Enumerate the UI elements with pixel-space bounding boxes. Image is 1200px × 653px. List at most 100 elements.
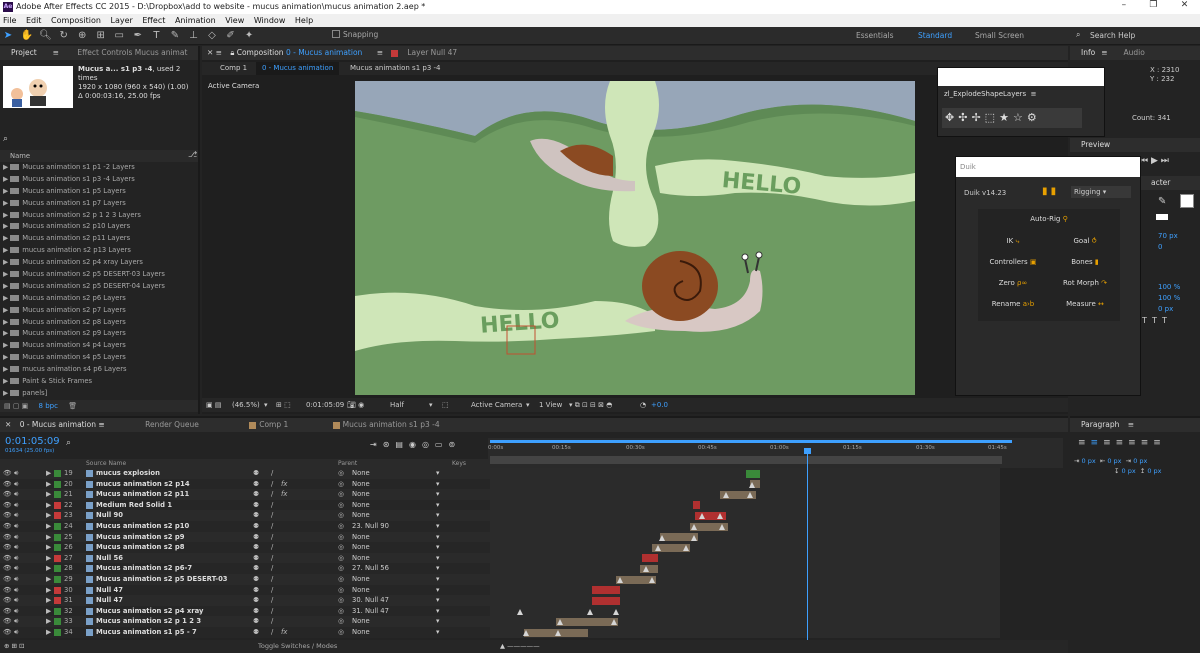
parent-dropdown-chevron-icon[interactable]: ▾ xyxy=(436,479,439,490)
audio-icon[interactable]: 🔊︎ xyxy=(14,510,18,521)
layer-name[interactable]: Mucus animation s2 p 1 2 3 xyxy=(96,616,201,627)
breadcrumb-s1-p3[interactable]: Mucus animation s1 p3 -4 xyxy=(350,62,440,75)
visibility-eye-icon[interactable]: 👁︎ xyxy=(3,479,12,490)
visibility-eye-icon[interactable]: 👁︎ xyxy=(3,563,12,574)
expand-chevron-icon[interactable]: ▶ xyxy=(46,616,51,627)
shy-icon[interactable]: ⚉ xyxy=(253,479,259,490)
parent-pickwhip-icon[interactable]: ◎ xyxy=(338,532,344,543)
table-row[interactable]: 👁︎ 🔊︎ ▶ 27 Null 56 ⚉ / ◎ None ▾ xyxy=(0,552,490,564)
bpc-button[interactable]: 8 bpc xyxy=(39,402,58,410)
layer-duration-bar[interactable] xyxy=(592,586,620,595)
camera-tool-icon[interactable]: ⊕ xyxy=(76,30,88,42)
shy-icon[interactable]: ⚉ xyxy=(253,595,259,606)
play-icon[interactable]: ▶ xyxy=(1151,156,1158,166)
workspace-small-screen[interactable]: Small Screen xyxy=(975,31,1024,40)
quality-icon[interactable]: / xyxy=(271,574,273,585)
space-before[interactable]: 0 px xyxy=(1122,467,1136,475)
quality-icon[interactable]: / xyxy=(271,595,273,606)
tab-mucus-animation[interactable]: 0 - Mucus animation ≡ xyxy=(14,418,111,432)
label-color-swatch[interactable] xyxy=(54,607,61,615)
snapping-checkbox[interactable] xyxy=(332,30,340,38)
keyframe[interactable] xyxy=(557,619,563,626)
tab-layer[interactable]: Layer Null 47 xyxy=(401,46,463,60)
search-help[interactable]: Search Help xyxy=(1090,31,1135,40)
keyframe[interactable] xyxy=(587,608,593,615)
table-row[interactable]: 👁︎ 🔊︎ ▶ 34 Mucus animation s1 p5 - 7 ⚉ / fx ◎ Non… xyxy=(0,627,490,638)
layer-name[interactable]: mucus explosion xyxy=(96,468,160,479)
breadcrumb-mucus-animation[interactable]: 0 - Mucus animation xyxy=(256,62,340,75)
fx-switch[interactable]: fx xyxy=(281,627,287,638)
visibility-eye-icon[interactable]: 👁︎ xyxy=(3,595,12,606)
label-color-swatch[interactable] xyxy=(54,554,61,562)
tab-audio[interactable]: Audio xyxy=(1118,46,1151,60)
quality-icon[interactable]: / xyxy=(271,500,273,511)
explode-all-icon[interactable]: ✣ xyxy=(958,111,971,124)
paragraph-align-buttons[interactable]: ≡≡≡≡≡≡≡ xyxy=(1078,438,1166,448)
parent-pickwhip-icon[interactable]: ◎ xyxy=(338,563,344,574)
table-row[interactable]: 👁︎ 🔊︎ ▶ 21 Mucus animation s2 p11 ⚉ / fx ◎ None ▾ xyxy=(0,489,490,500)
search-icon[interactable]: ⌕ xyxy=(3,134,8,144)
text-style-icons[interactable]: T T T xyxy=(1142,316,1167,325)
expand-chevron-icon[interactable]: ▶ xyxy=(46,563,51,574)
vertical-scale-value[interactable]: 100 % xyxy=(1158,282,1180,293)
keyframe[interactable] xyxy=(555,630,561,636)
shy-icon[interactable]: ⚉ xyxy=(253,542,259,553)
tab-project[interactable]: Project xyxy=(5,46,43,60)
table-row[interactable]: 👁︎ 🔊︎ ▶ 31 Null 47 ⚉ / ◎ 30. Null 47 ▾ xyxy=(0,595,490,606)
table-row[interactable]: 👁︎ 🔊︎ ▶ 28 Mucus animation s2 p6-7 ⚉ / ◎ 27. Nul… xyxy=(0,563,490,574)
workspace-standard[interactable]: Standard xyxy=(918,31,952,40)
parent-pickwhip-icon[interactable]: ◎ xyxy=(338,542,344,553)
quality-icon[interactable]: / xyxy=(271,489,273,500)
parent-dropdown-chevron-icon[interactable]: ▾ xyxy=(436,489,439,500)
visibility-eye-icon[interactable]: 👁︎ xyxy=(3,532,12,543)
audio-icon[interactable]: 🔊︎ xyxy=(14,595,18,606)
label-color-swatch[interactable] xyxy=(54,512,61,520)
expand-chevron-icon[interactable]: ▶ xyxy=(46,595,51,606)
parent-value[interactable]: None xyxy=(352,479,370,490)
parent-value[interactable]: 31. Null 47 xyxy=(352,606,389,617)
list-item[interactable]: ▶ Mucus animation s2 p10 Layers xyxy=(0,221,188,233)
audio-icon[interactable]: 🔊︎ xyxy=(14,574,18,585)
layer-name[interactable]: Null 47 xyxy=(96,585,123,596)
list-item[interactable]: ▶ Mucus animation s1 p5 Layers xyxy=(0,186,188,198)
quality-icon[interactable]: / xyxy=(271,585,273,596)
table-row[interactable]: 👁︎ 🔊︎ ▶ 33 Mucus animation s2 p 1 2 3 ⚉ / ◎ None… xyxy=(0,616,490,627)
search-icon[interactable]: ⌕ xyxy=(66,438,71,448)
list-item[interactable]: ▶ Mucus animation s2 p5 DESERT-03 Layers xyxy=(0,269,188,281)
menu-window[interactable]: Window xyxy=(254,16,286,25)
eraser-tool-icon[interactable]: ◇ xyxy=(206,30,218,42)
rot-morph-button[interactable]: Rot Morph ↷ xyxy=(1050,279,1120,287)
parent-pickwhip-icon[interactable]: ◎ xyxy=(338,521,344,532)
layer-name[interactable]: Mucus animation s2 p6-7 xyxy=(96,563,192,574)
layer-name[interactable]: Mucus animation s2 p9 xyxy=(96,532,185,543)
brush-tool-icon[interactable]: ✎ xyxy=(169,30,181,42)
keyframe[interactable] xyxy=(749,481,755,488)
tab-info[interactable]: Info xyxy=(1075,46,1101,60)
visibility-eye-icon[interactable]: 👁︎ xyxy=(3,489,12,500)
zoom-slider[interactable]: ▲ ————— xyxy=(500,640,540,653)
label-color-swatch[interactable] xyxy=(54,523,61,530)
expand-chevron-icon[interactable]: ▶ xyxy=(46,510,51,521)
parent-pickwhip-icon[interactable]: ◎ xyxy=(338,616,344,627)
zoom-dropdown-chevron-icon[interactable]: ▾ xyxy=(264,398,268,412)
breadcrumb-comp-1[interactable]: Comp 1 xyxy=(220,62,247,75)
footer-icons[interactable]: ⊕ ⊞ ⊡ xyxy=(4,640,24,653)
shy-icon[interactable]: ⚉ xyxy=(253,616,259,627)
settings-gear-icon[interactable]: ⚙ xyxy=(1027,111,1041,124)
parent-dropdown-chevron-icon[interactable]: ▾ xyxy=(436,627,439,638)
visibility-eye-icon[interactable]: 👁︎ xyxy=(3,468,12,479)
expand-chevron-icon[interactable]: ▶ xyxy=(46,627,51,638)
parent-pickwhip-icon[interactable]: ◎ xyxy=(338,489,344,500)
star-outline-icon[interactable]: ☆ xyxy=(1013,111,1027,124)
label-color-swatch[interactable] xyxy=(54,491,61,499)
snapshot-icon[interactable]: 📷︎ ◉ xyxy=(347,398,364,412)
auto-rig-button[interactable]: Auto-Rig ⚲ xyxy=(978,215,1120,223)
timeline-timecode[interactable]: 0:01:05:09 xyxy=(5,436,60,447)
menu-effect[interactable]: Effect xyxy=(142,16,165,25)
current-time[interactable]: 0:01:05:09 xyxy=(306,398,344,412)
tab-preview[interactable]: Preview xyxy=(1075,138,1116,152)
keyframe[interactable] xyxy=(747,492,753,499)
tab-composition[interactable]: 🔒︎ Composition 0 - Mucus animation xyxy=(224,46,368,60)
layer-duration-bar[interactable] xyxy=(693,501,700,510)
parent-dropdown-chevron-icon[interactable]: ▾ xyxy=(436,510,439,521)
